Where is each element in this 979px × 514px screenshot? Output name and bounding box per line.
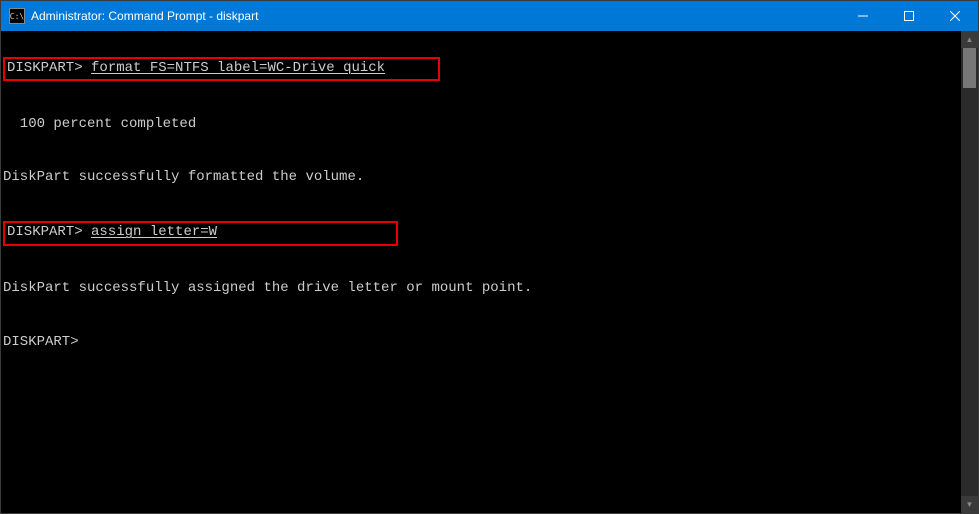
minimize-icon xyxy=(858,11,868,21)
scrollbar-thumb[interactable] xyxy=(963,48,976,88)
prompt: DISKPART> xyxy=(7,224,83,240)
window-title: Administrator: Command Prompt - diskpart xyxy=(31,9,840,23)
output-text: DiskPart successfully formatted the volu… xyxy=(3,168,957,188)
prompt: DISKPART> xyxy=(3,334,79,350)
minimize-button[interactable] xyxy=(840,1,886,31)
command-prompt-window: C:\ Administrator: Command Prompt - disk… xyxy=(0,0,979,514)
vertical-scrollbar[interactable]: ▲ ▼ xyxy=(961,31,978,513)
maximize-button[interactable] xyxy=(886,1,932,31)
output-text: 100 percent completed xyxy=(3,115,957,135)
prompt: DISKPART> xyxy=(7,60,83,76)
titlebar[interactable]: C:\ Administrator: Command Prompt - disk… xyxy=(1,1,978,31)
close-button[interactable] xyxy=(932,1,978,31)
output-text: DiskPart successfully assigned the drive… xyxy=(3,279,957,299)
maximize-icon xyxy=(904,11,914,21)
terminal-output[interactable]: DISKPART> format FS=NTFS label=WC-Drive … xyxy=(1,31,961,513)
scroll-down-button[interactable]: ▼ xyxy=(961,496,978,513)
close-icon xyxy=(950,11,960,21)
cmd-icon: C:\ xyxy=(9,8,25,24)
command-text: format FS=NTFS label=WC-Drive quick xyxy=(91,60,385,76)
scroll-up-button[interactable]: ▲ xyxy=(961,31,978,48)
command-text: assign letter=W xyxy=(91,224,217,240)
scrollbar-track[interactable] xyxy=(961,48,978,496)
window-controls xyxy=(840,1,978,31)
content-area: DISKPART> format FS=NTFS label=WC-Drive … xyxy=(1,31,978,513)
